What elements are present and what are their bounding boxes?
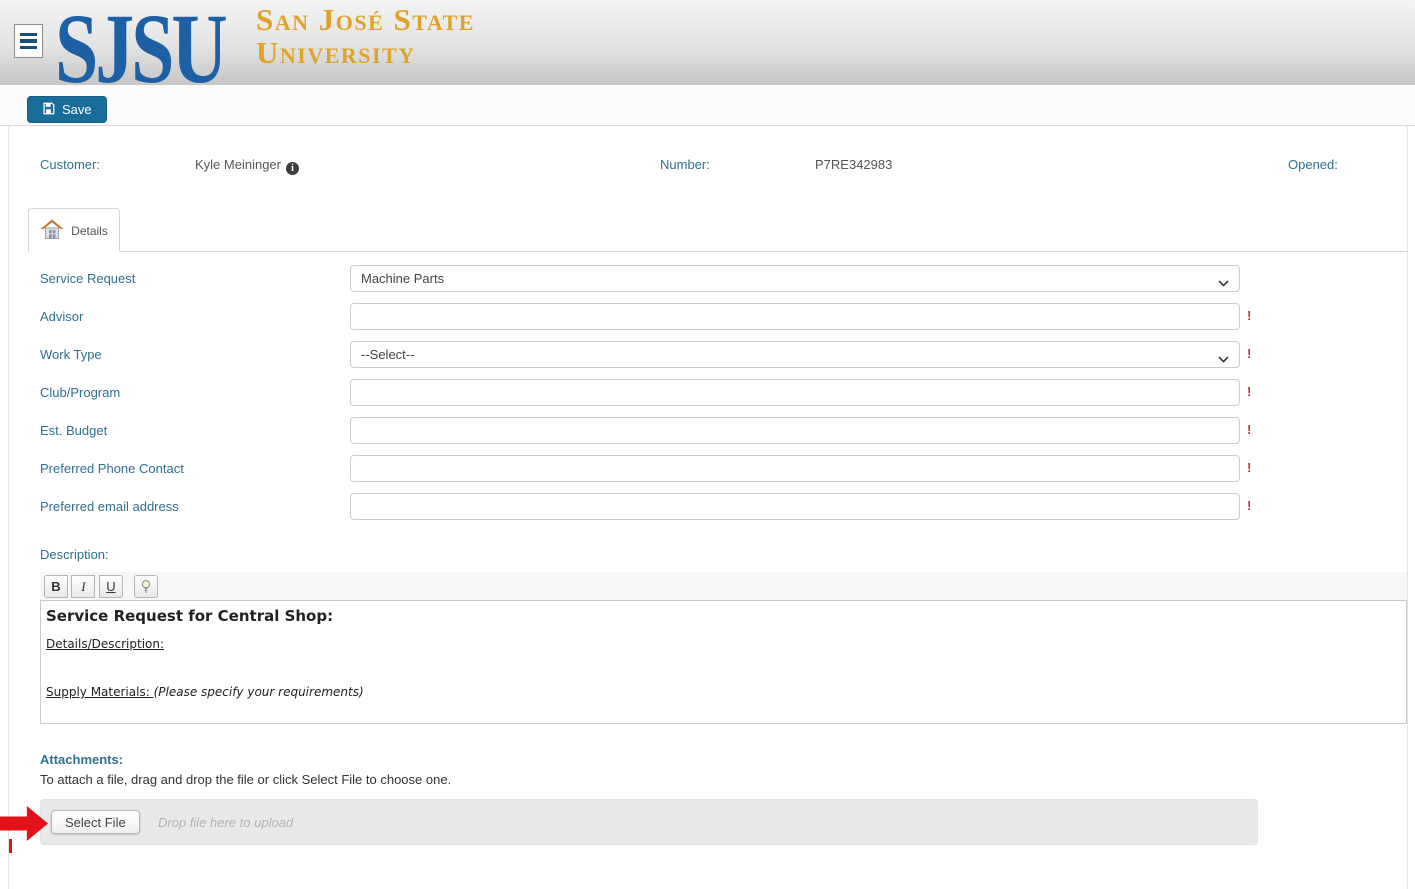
form-row-club-program: Club/Program ! bbox=[9, 379, 1407, 406]
bold-button[interactable]: B bbox=[44, 575, 68, 598]
preferred-phone-input[interactable] bbox=[350, 455, 1240, 482]
home-icon bbox=[40, 219, 64, 243]
record-info-row: Customer: Kyle Meiningeri Number: P7RE34… bbox=[9, 157, 1407, 175]
editor-supply-line: Supply Materials: (Please specify your r… bbox=[46, 685, 364, 699]
description-label: Description: bbox=[40, 547, 109, 562]
form-row-advisor: Advisor ! bbox=[9, 303, 1407, 330]
save-button[interactable]: Save bbox=[27, 96, 107, 123]
club-program-label: Club/Program bbox=[40, 379, 120, 406]
italic-button[interactable]: I bbox=[71, 575, 95, 598]
required-marker: ! bbox=[1247, 493, 1251, 519]
editor-heading: Service Request for Central Shop: bbox=[46, 607, 333, 625]
select-file-button[interactable]: Select File bbox=[51, 810, 140, 834]
file-dropzone[interactable]: Select File Drop file here to upload bbox=[40, 799, 1258, 845]
opened-label: Opened: bbox=[1288, 157, 1338, 172]
preferred-email-label: Preferred email address bbox=[40, 493, 179, 520]
preferred-email-input[interactable] bbox=[350, 493, 1240, 520]
required-marker: ! bbox=[1247, 303, 1251, 329]
number-value: P7RE342983 bbox=[815, 157, 892, 172]
form-row-preferred-phone: Preferred Phone Contact ! bbox=[9, 455, 1407, 482]
required-marker: ! bbox=[1247, 341, 1251, 367]
header: SJSU San José State University bbox=[0, 0, 1415, 85]
university-name-line2: University bbox=[256, 36, 475, 69]
university-name: San José State University bbox=[256, 3, 475, 69]
drop-hint-text: Drop file here to upload bbox=[158, 800, 293, 846]
save-button-label: Save bbox=[62, 102, 92, 117]
page: SJSU San José State University Save Cust… bbox=[0, 0, 1415, 889]
editor-toolbar: B I U bbox=[40, 572, 1407, 601]
club-program-input[interactable] bbox=[350, 379, 1240, 406]
editor-details-line: Details/Description: bbox=[46, 637, 164, 651]
customer-value: Kyle Meiningeri bbox=[195, 157, 299, 175]
hamburger-menu-icon[interactable] bbox=[14, 24, 43, 58]
customer-label: Customer: bbox=[40, 157, 100, 172]
service-request-label: Service Request bbox=[40, 265, 135, 292]
action-toolbar: Save bbox=[0, 85, 1415, 126]
required-marker: ! bbox=[1247, 417, 1251, 443]
university-name-line1: San José State bbox=[256, 3, 475, 36]
save-icon bbox=[42, 102, 55, 118]
work-type-label: Work Type bbox=[40, 341, 102, 368]
red-arrow-tail bbox=[9, 839, 12, 853]
required-marker: ! bbox=[1247, 455, 1251, 481]
number-label: Number: bbox=[660, 157, 710, 172]
work-type-select[interactable]: --Select-- bbox=[350, 341, 1240, 368]
chevron-down-icon bbox=[1217, 349, 1230, 374]
tab-details[interactable]: Details bbox=[28, 208, 120, 252]
service-request-select[interactable]: Machine Parts bbox=[350, 265, 1240, 292]
info-icon[interactable]: i bbox=[286, 162, 299, 175]
est-budget-label: Est. Budget bbox=[40, 417, 107, 444]
attachments-instruction: To attach a file, drag and drop the file… bbox=[40, 772, 451, 787]
supply-materials-note: (Please specify your requirements) bbox=[154, 685, 364, 699]
sjsu-logo: SJSU bbox=[55, 0, 225, 85]
attachments-label: Attachments: bbox=[40, 752, 123, 767]
underline-button[interactable]: U bbox=[99, 575, 123, 598]
form-row-preferred-email: Preferred email address ! bbox=[9, 493, 1407, 520]
tab-details-label: Details bbox=[71, 224, 108, 238]
est-budget-input[interactable] bbox=[350, 417, 1240, 444]
description-editor[interactable]: Service Request for Central Shop: Detail… bbox=[40, 601, 1407, 724]
required-marker: ! bbox=[1247, 379, 1251, 405]
form-row-est-budget: Est. Budget ! bbox=[9, 417, 1407, 444]
preferred-phone-label: Preferred Phone Contact bbox=[40, 455, 184, 482]
form-panel: Customer: Kyle Meiningeri Number: P7RE34… bbox=[8, 126, 1408, 889]
form-row-service-request: Service Request Machine Parts bbox=[9, 265, 1407, 292]
advisor-label: Advisor bbox=[40, 303, 83, 330]
lightbulb-icon[interactable] bbox=[134, 575, 158, 598]
advisor-input[interactable] bbox=[350, 303, 1240, 330]
tab-divider bbox=[28, 251, 1407, 252]
chevron-down-icon bbox=[1217, 273, 1230, 298]
supply-materials-label: Supply Materials: bbox=[46, 685, 154, 699]
form-row-work-type: Work Type --Select-- ! bbox=[9, 341, 1407, 368]
